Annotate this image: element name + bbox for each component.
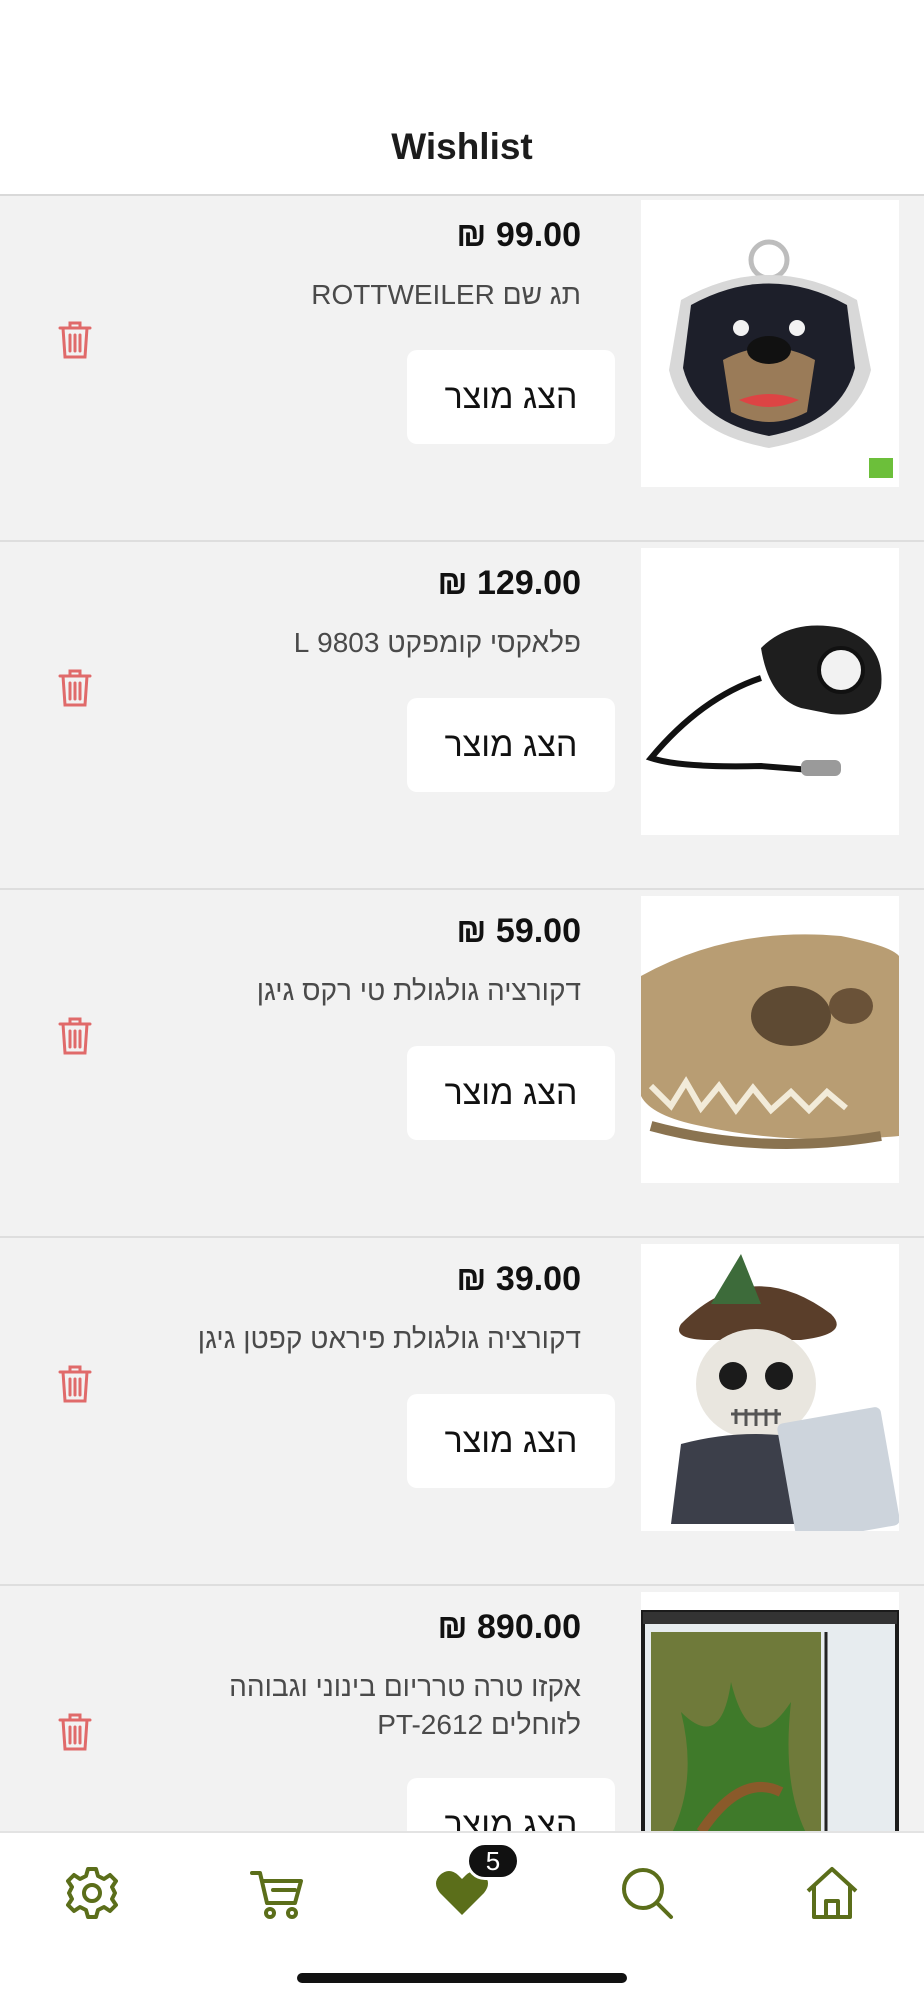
product-price: ₪ 890.00 bbox=[437, 1608, 582, 1646]
product-price: ₪ 59.00 bbox=[456, 912, 581, 950]
view-product-button[interactable]: הצג מוצר bbox=[407, 1046, 615, 1140]
cart-icon[interactable] bbox=[247, 1863, 307, 1923]
list-item: ₪ 99.00 תג שם ROTTWEILER הצג מוצר bbox=[0, 196, 924, 542]
list-item: ₪ 129.00 פלאקסי קומפקט 9803 L הצג מוצר bbox=[0, 544, 924, 890]
search-icon[interactable] bbox=[617, 1863, 677, 1923]
trash-icon[interactable] bbox=[58, 1364, 92, 1404]
product-name: פלאקסי קומפקט 9803 L bbox=[293, 627, 581, 658]
rottweiler-tag-image bbox=[669, 239, 893, 478]
view-product-button[interactable]: הצג מוצר bbox=[407, 1778, 615, 1831]
trash-icon[interactable] bbox=[58, 320, 92, 360]
view-product-button[interactable]: הצג מוצר bbox=[407, 350, 615, 444]
product-price: ₪ 129.00 bbox=[437, 564, 582, 602]
product-image[interactable] bbox=[641, 896, 899, 1183]
product-price: ₪ 39.00 bbox=[456, 1260, 581, 1298]
trex-skull-image bbox=[641, 934, 899, 1149]
list-item: ₪ 59.00 דקורציה גולגולת טי רקס גיגן הצג … bbox=[0, 892, 924, 1238]
wishlist-list[interactable]: ₪ 99.00 תג שם ROTTWEILER הצג מוצר ₪ 129.… bbox=[0, 196, 924, 1831]
product-image[interactable] bbox=[641, 548, 899, 835]
header: Wishlist bbox=[0, 0, 924, 196]
trash-icon[interactable] bbox=[58, 1016, 92, 1056]
product-image[interactable] bbox=[641, 200, 899, 487]
list-item: ₪ 890.00 אקזו טרה טרריום בינוני וגבוהה ל… bbox=[0, 1588, 924, 1831]
wishlist-count-badge: 5 bbox=[466, 1842, 520, 1880]
terrarium-image bbox=[641, 1610, 899, 1831]
product-image[interactable] bbox=[641, 1592, 899, 1831]
product-name: דקורציה גולגולת פיראט קפטן גיגן bbox=[197, 1323, 581, 1354]
product-price: ₪ 99.00 bbox=[456, 216, 581, 254]
page-title: Wishlist bbox=[391, 126, 533, 167]
list-item: ₪ 39.00 דקורציה גולגולת פיראט קפטן גיגן … bbox=[0, 1240, 924, 1586]
product-name: דקורציה גולגולת טי רקס גיגן bbox=[256, 975, 581, 1006]
settings-icon[interactable] bbox=[62, 1863, 122, 1923]
trash-icon[interactable] bbox=[58, 668, 92, 708]
product-name: אקזו טרה טרריום בינוני וגבוהה לזוחלים PT… bbox=[229, 1671, 581, 1740]
retractable-leash-image bbox=[645, 625, 882, 776]
home-icon[interactable] bbox=[802, 1863, 862, 1923]
view-product-button[interactable]: הצג מוצר bbox=[407, 698, 615, 792]
product-name: תג שם ROTTWEILER bbox=[311, 279, 581, 310]
trash-icon[interactable] bbox=[58, 1712, 92, 1752]
view-product-button[interactable]: הצג מוצר bbox=[407, 1394, 615, 1488]
home-indicator[interactable] bbox=[297, 1973, 627, 1983]
product-image[interactable] bbox=[641, 1244, 899, 1531]
pirate-skull-image bbox=[671, 1254, 899, 1531]
wishlist-screen: Wishlist ₪ 99.00 תג שם ROTTWEILER הצג מו… bbox=[0, 0, 924, 2000]
